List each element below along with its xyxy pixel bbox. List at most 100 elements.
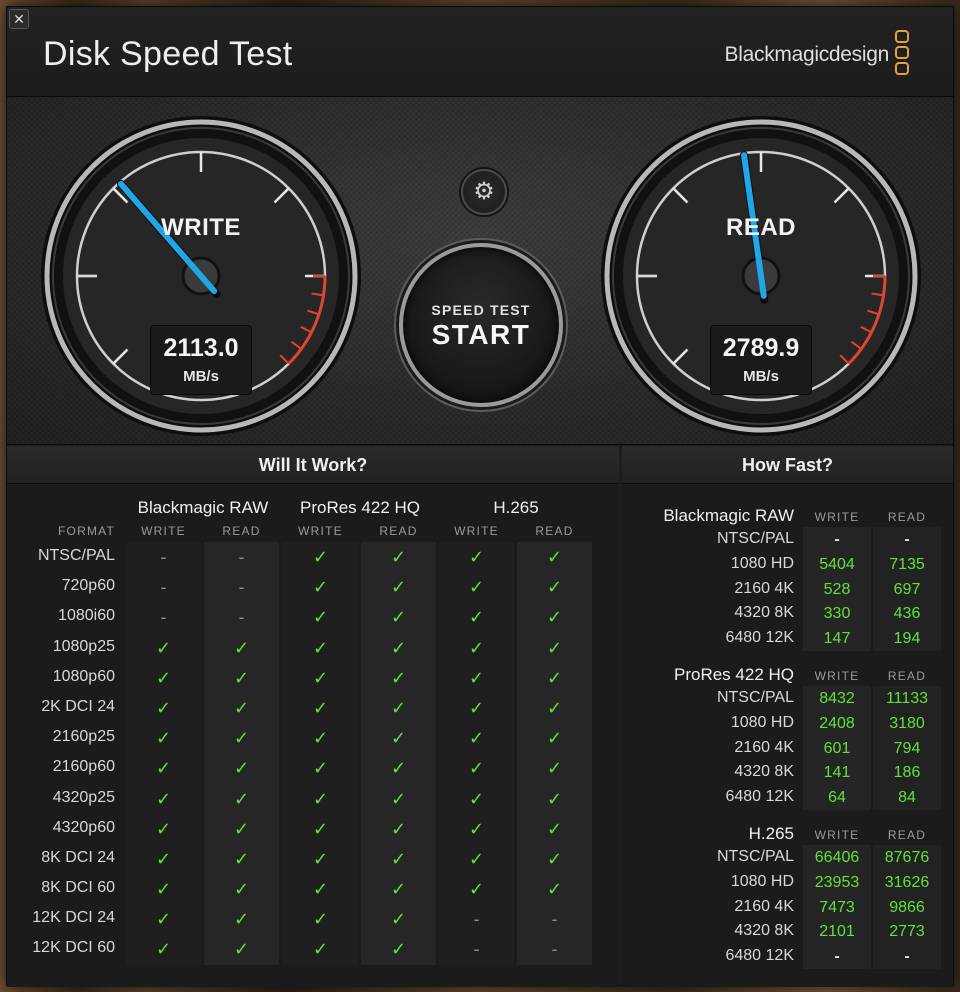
table-cell: - (126, 572, 201, 603)
table-row: NTSC/PAL 66406 87676 (622, 845, 953, 870)
write-fps-value: 23953 (803, 869, 871, 895)
format-label: NTSC/PAL (37, 547, 115, 564)
table-cell: ✓ (204, 843, 279, 875)
checkmark-icon: ✓ (155, 939, 172, 960)
table-row: 2160p25 ✓ ✓ ✓ ✓ ✓ ✓ (7, 723, 619, 754)
table-row: 8K DCI 60 ✓ ✓ ✓ ✓ ✓ ✓ (7, 874, 619, 905)
dash-icon: - (238, 577, 245, 598)
checkmark-icon: ✓ (155, 788, 172, 809)
table-cell: ✓ (439, 662, 514, 693)
checkmark-icon: ✓ (546, 758, 563, 779)
table-cell: ✓ (361, 542, 436, 573)
checkmark-icon: ✓ (546, 697, 563, 718)
checkmark-icon: ✓ (390, 879, 407, 900)
table-cell: ✓ (439, 692, 514, 724)
checkmark-icon: ✓ (233, 879, 250, 900)
table-cell: ✓ (361, 874, 436, 905)
table-row: 4320 8K 330 436 (622, 601, 953, 627)
how-fast-block-header: ProRes 422 HQ WRITE READ (622, 661, 953, 686)
table-cell: ✓ (283, 904, 358, 935)
settings-button[interactable]: ⚙ (461, 169, 507, 215)
checkmark-icon: ✓ (390, 758, 407, 779)
checkmark-icon: ✓ (312, 667, 329, 688)
table-cell: ✓ (361, 632, 436, 663)
read-fps-value: 3180 (873, 710, 941, 736)
brand-logo-icon (895, 30, 911, 80)
close-button[interactable]: ✕ (9, 9, 29, 29)
dash-icon: - (160, 547, 167, 567)
format-label: NTSC/PAL (716, 530, 794, 547)
table-cell: ✓ (361, 662, 436, 693)
read-fps-value: 697 (873, 576, 941, 602)
checkmark-icon: ✓ (468, 697, 485, 718)
table-cell: ✓ (361, 692, 436, 724)
will-it-work-table: Blackmagic RAW ProRes 422 HQ H.265 FORMAT WR… (7, 494, 619, 965)
table-row: NTSC/PAL 8432 11133 (622, 686, 953, 711)
format-label: 2K DCI 24 (41, 697, 115, 715)
table-row: 1080p25 ✓ ✓ ✓ ✓ ✓ ✓ (7, 632, 619, 663)
table-cell: ✓ (283, 723, 358, 754)
table-row: 6480 12K 64 84 (622, 785, 953, 810)
checkmark-icon: ✓ (468, 788, 485, 809)
table-row: 1080 HD 23953 31626 (622, 869, 953, 895)
checkmark-icon: ✓ (312, 577, 329, 598)
dash-icon: - (160, 607, 167, 628)
table-cell: ✓ (517, 723, 592, 754)
table-cell: ✓ (439, 723, 514, 754)
read-header: READ (887, 510, 927, 524)
format-label: NTSC/PAL (716, 689, 794, 706)
checkmark-icon: ✓ (390, 939, 407, 960)
table-cell: ✓ (439, 874, 514, 905)
checkmark-icon: ✓ (233, 848, 250, 869)
format-label: 2160p60 (52, 758, 115, 776)
read-fps-value: 11133 (873, 686, 941, 711)
table-row: 1080i60 - - ✓ ✓ ✓ ✓ (7, 602, 619, 633)
format-label: 8K DCI 60 (41, 879, 115, 897)
table-cell: ✓ (204, 632, 279, 663)
table-row: 6480 12K 147 194 (622, 626, 953, 651)
write-fps-value: 2101 (803, 919, 871, 945)
table-row: 4320 8K 141 186 (622, 760, 953, 786)
table-cell: ✓ (361, 783, 436, 814)
checkmark-icon: ✓ (546, 577, 563, 598)
table-cell: ✓ (361, 572, 436, 603)
table-cell: ✓ (283, 843, 358, 875)
table-row: NTSC/PAL - - ✓ ✓ ✓ ✓ (7, 542, 619, 573)
format-label: 1080i60 (58, 607, 115, 625)
write-fps-value: 147 (803, 626, 871, 651)
table-row: 720p60 - - ✓ ✓ ✓ ✓ (7, 572, 619, 603)
how-fast-block-header: Blackmagic RAW WRITE READ (622, 502, 953, 527)
checkmark-icon: ✓ (155, 667, 172, 688)
checkmark-icon: ✓ (155, 848, 172, 869)
table-cell: ✓ (517, 692, 592, 724)
table-cell: ✓ (126, 632, 201, 663)
checkmark-icon: ✓ (468, 577, 485, 598)
write-fps-value: 5404 (803, 551, 871, 577)
checkmark-icon: ✓ (546, 879, 563, 900)
table-row: 12K DCI 24 ✓ ✓ ✓ ✓ - - (7, 904, 619, 935)
close-icon: ✕ (13, 11, 25, 27)
checkmark-icon: ✓ (546, 848, 563, 869)
checkmark-icon: ✓ (546, 607, 563, 628)
checkmark-icon: ✓ (155, 728, 172, 749)
start-button[interactable]: SPEED TEST START (399, 243, 563, 407)
write-fps-value: 8432 (803, 686, 871, 711)
checkmark-icon: ✓ (468, 637, 485, 658)
table-row: 4320 8K 2101 2773 (622, 919, 953, 945)
checkmark-icon: ✓ (468, 818, 485, 839)
read-fps-value: 9866 (873, 894, 941, 920)
checkmark-icon: ✓ (468, 547, 485, 567)
checkmark-icon: ✓ (390, 577, 407, 598)
how-fast-block: Blackmagic RAW WRITE READ NTSC/PAL - -1080 HD… (622, 502, 953, 651)
format-label: 6480 12K (725, 947, 794, 965)
format-label: 1080p25 (52, 637, 115, 655)
checkmark-icon: ✓ (390, 848, 407, 869)
read-header: READ (379, 524, 418, 538)
write-speed-value: 2113.0 (163, 334, 239, 362)
table-row: NTSC/PAL - - (622, 527, 953, 552)
table-cell: ✓ (283, 632, 358, 663)
format-label: 8K DCI 24 (41, 848, 115, 866)
table-cell: ✓ (283, 934, 358, 965)
checkmark-icon: ✓ (312, 637, 329, 658)
checkmark-icon: ✓ (155, 758, 172, 779)
